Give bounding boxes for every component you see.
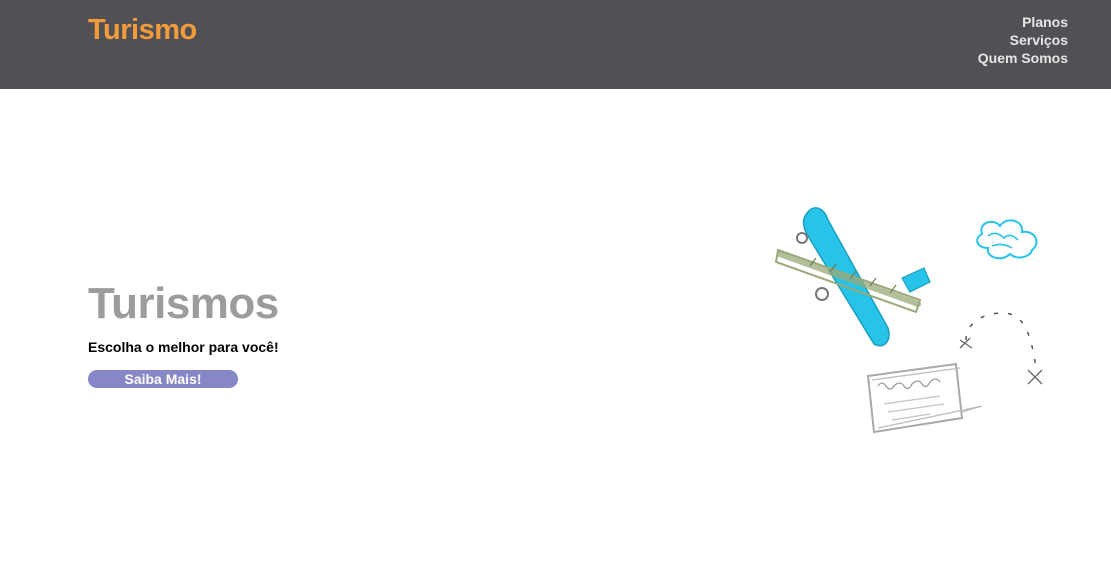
main-nav: Planos Serviços Quem Somos [978,13,1068,67]
saiba-mais-button[interactable]: Saiba Mais! [88,370,238,388]
nav-link-planos[interactable]: Planos [978,13,1068,31]
travel-illustration [774,207,1043,434]
hero-title: Turismos [88,279,279,328]
airplane-icon [774,207,931,347]
nav-link-servicos[interactable]: Serviços [978,31,1068,49]
hero-subtitle: Escolha o melhor para você! [88,339,279,355]
logo[interactable]: Turismo [88,13,197,47]
ticket-icon [866,362,983,434]
site-header: Turismo Planos Serviços Quem Somos [0,0,1111,89]
nav-link-quem-somos[interactable]: Quem Somos [978,49,1068,67]
cloud-icon [976,219,1038,260]
dashed-route-icon [959,312,1043,385]
